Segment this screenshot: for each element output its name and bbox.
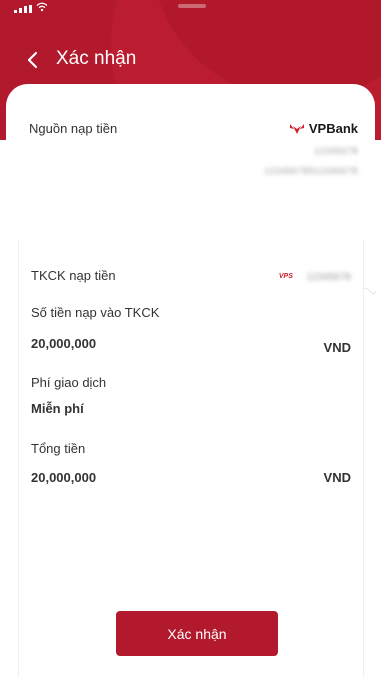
- detail-row-amount: 20,000,000 VND: [31, 336, 351, 360]
- detail-row-fee-label: Phí giao dịch: [31, 375, 351, 395]
- amount-value: 20,000,000: [31, 336, 97, 351]
- source-account-name: 12345678: [313, 146, 358, 156]
- source-account-number: 12345678912345678: [264, 166, 358, 176]
- account-value: VPS 12345678: [279, 268, 351, 283]
- chevron-left-icon: [27, 51, 38, 69]
- bank-logo: VPBank: [289, 121, 358, 136]
- total-label: Tổng tiền: [31, 441, 86, 456]
- destination-account: 12345678: [306, 272, 352, 283]
- total-currency: VND: [323, 470, 351, 485]
- detail-row-amount-label: Số tiền nạp vào TKCK: [31, 305, 351, 325]
- source-label: Nguồn nạp tiền: [29, 121, 118, 136]
- nav-bar: Xác nhận: [0, 40, 381, 80]
- wifi-icon: [36, 2, 48, 15]
- total-value: 20,000,000: [31, 470, 97, 485]
- vpbank-logo-icon: [289, 123, 304, 134]
- status-notch: [178, 4, 206, 8]
- vps-logo: VPS: [278, 273, 293, 281]
- bank-name: VPBank: [308, 121, 358, 136]
- confirm-button[interactable]: Xác nhận: [116, 611, 278, 656]
- fee-value: Miễn phí: [31, 401, 84, 416]
- status-bar: [0, 0, 381, 20]
- amount-label: Số tiền nạp vào TKCK: [31, 305, 160, 320]
- amount-currency: VND: [323, 340, 351, 355]
- page-title: Xác nhận: [56, 48, 137, 69]
- account-label: TKCK nạp tiền: [31, 268, 116, 283]
- detail-row-account: TKCK nạp tiền VPS 12345678: [31, 268, 351, 288]
- detail-row-total-label: Tổng tiền: [31, 441, 351, 461]
- detail-row-total: 20,000,000 VND: [31, 470, 351, 490]
- signal-icon: [14, 5, 32, 13]
- fee-label: Phí giao dịch: [31, 375, 107, 390]
- detail-row-fee: Miễn phí: [31, 401, 351, 421]
- back-button[interactable]: [18, 46, 46, 74]
